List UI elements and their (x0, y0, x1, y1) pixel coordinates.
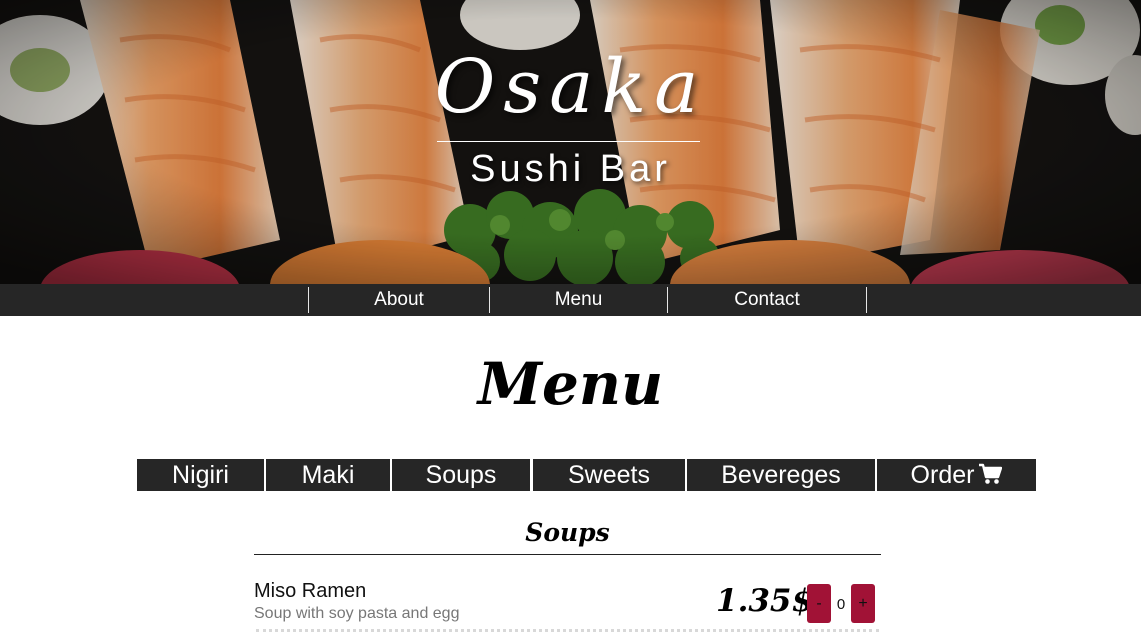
section-divider (254, 554, 881, 555)
nav-item-about[interactable]: About (308, 287, 489, 313)
brand-divider (437, 141, 700, 142)
decrement-button[interactable]: - (807, 584, 831, 623)
dish-price: 1.35$ (716, 583, 814, 619)
tab-sweets[interactable]: Sweets (533, 459, 685, 491)
quantity-value: 0 (836, 596, 846, 613)
nav-item-contact[interactable]: Contact (667, 287, 866, 313)
brand-title: Osaka (434, 44, 707, 130)
top-navigation: About Menu Contact (0, 284, 1141, 316)
menu-heading: Menu (477, 350, 664, 418)
increment-button[interactable]: + (851, 584, 875, 623)
hero-banner: Osaka Sushi Bar (0, 0, 1141, 284)
tab-soups[interactable]: Soups (392, 459, 530, 491)
section-title: Soups (525, 518, 610, 547)
shopping-cart-icon (978, 461, 1003, 493)
tab-nigiri[interactable]: Nigiri (137, 459, 264, 491)
brand: Osaka Sushi Bar (0, 0, 1141, 284)
dotted-divider (256, 629, 879, 632)
nav-divider (866, 287, 867, 313)
brand-subtitle: Sushi Bar (470, 148, 671, 190)
dish-name: Miso Ramen (254, 580, 367, 602)
category-tabs: Nigiri Maki Soups Sweets Bevereges Order (137, 459, 1036, 491)
tab-order[interactable]: Order (877, 459, 1036, 491)
tab-order-label: Order (910, 461, 975, 489)
tab-maki[interactable]: Maki (266, 459, 390, 491)
dish-description: Soup with soy pasta and egg (254, 605, 460, 622)
nav-item-menu[interactable]: Menu (489, 287, 667, 313)
tab-bevereges[interactable]: Bevereges (687, 459, 875, 491)
